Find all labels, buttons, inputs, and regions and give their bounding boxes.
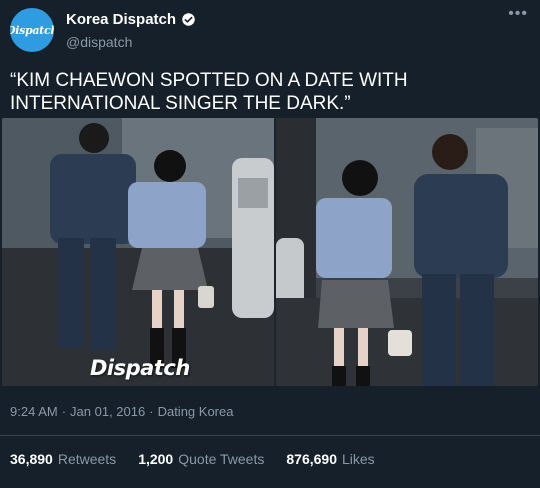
tweet-time[interactable]: 9:24 AM	[10, 404, 58, 419]
tweet-date[interactable]: Jan 01, 2016	[70, 404, 145, 419]
likes-count: 876,690	[286, 451, 337, 467]
photo-left[interactable]: Dispatch	[2, 118, 274, 386]
avatar[interactable]: Dispatch	[10, 8, 54, 52]
tweet-source[interactable]: Dating Korea	[158, 404, 234, 419]
user-handle[interactable]: @dispatch	[66, 34, 132, 50]
tweet-stats: 36,890 Retweets 1,200 Quote Tweets 876,6…	[10, 451, 375, 467]
retweets-label: Retweets	[57, 451, 117, 467]
meta-separator: ·	[149, 404, 154, 419]
likes-label: Likes	[341, 451, 375, 467]
dispatch-watermark: Dispatch	[90, 356, 190, 380]
tweet-meta: 9:24 AM · Jan 01, 2016 · Dating Korea	[10, 404, 233, 419]
photo-right-image	[276, 118, 538, 386]
meta-separator: ·	[61, 404, 67, 419]
display-name[interactable]: Korea Dispatch	[66, 11, 176, 28]
divider	[0, 435, 540, 436]
retweets-count: 36,890	[10, 451, 53, 467]
verified-badge-icon	[182, 13, 195, 26]
photo-left-image	[2, 118, 274, 386]
retweets-stat[interactable]: 36,890 Retweets	[10, 451, 116, 467]
tweet-header: Dispatch Korea Dispatch @dispatch •••	[0, 0, 540, 60]
likes-stat[interactable]: 876,690 Likes	[286, 451, 374, 467]
author-name-row[interactable]: Korea Dispatch	[66, 11, 196, 28]
more-options-icon[interactable]: •••	[508, 6, 528, 22]
tweet-media[interactable]: Dispatch	[2, 118, 538, 386]
quote-tweets-count: 1,200	[138, 451, 174, 467]
quote-tweets-stat[interactable]: 1,200 Quote Tweets	[138, 451, 264, 467]
tweet-text: “KIM CHAEWON SPOTTED ON A DATE WITH INTE…	[10, 70, 408, 114]
photo-right[interactable]	[276, 118, 538, 386]
avatar-logo-text: Dispatch	[10, 23, 54, 37]
quote-tweets-label: Quote Tweets	[178, 451, 265, 467]
